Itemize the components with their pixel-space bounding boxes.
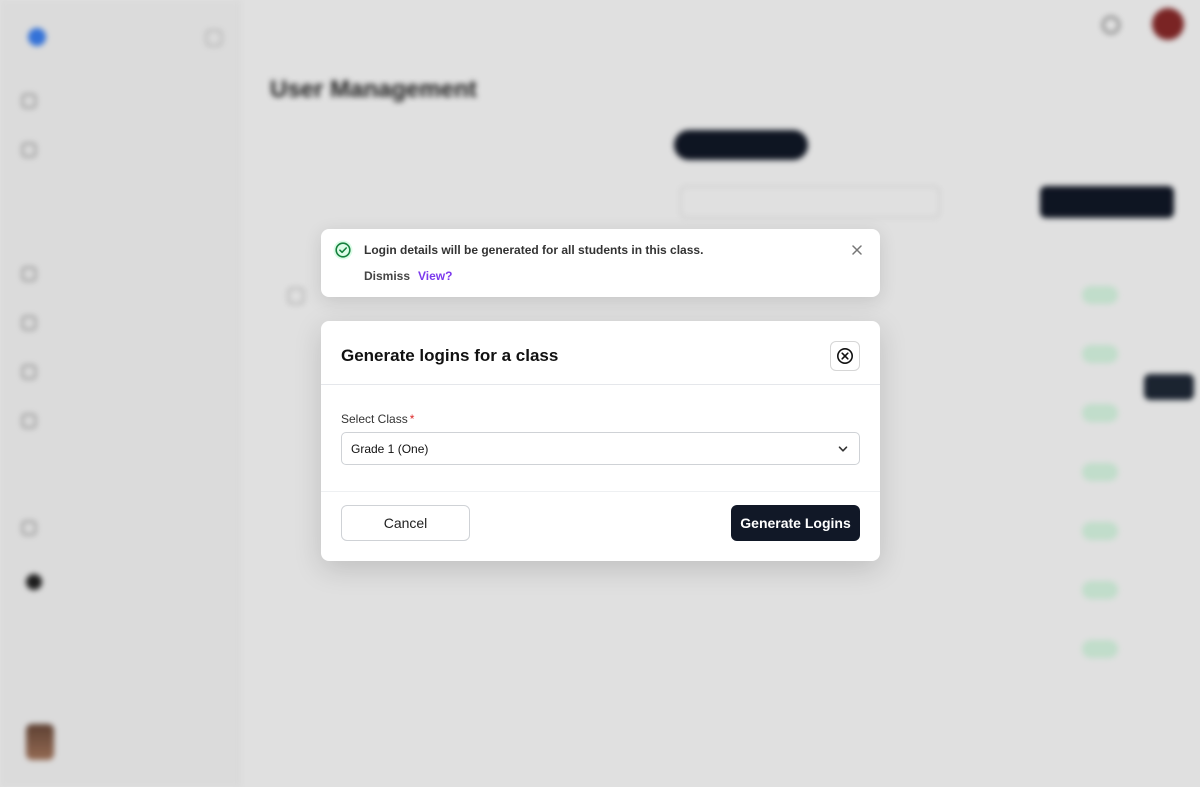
- toast-notification: Login details will be generated for all …: [321, 229, 880, 297]
- required-mark: *: [409, 412, 415, 426]
- select-class-label: Select Class *: [341, 412, 414, 426]
- check-circle-icon: [333, 240, 353, 260]
- divider: [321, 384, 880, 385]
- close-icon[interactable]: [850, 243, 864, 257]
- close-circle-icon: [837, 348, 853, 364]
- toast-dismiss-link[interactable]: Dismiss: [364, 269, 410, 283]
- class-select[interactable]: Grade 1 (One): [341, 432, 860, 465]
- dialog-close-button[interactable]: [830, 341, 860, 371]
- generate-logins-button[interactable]: Generate Logins: [731, 505, 860, 541]
- divider: [321, 491, 880, 492]
- toast-message: Login details will be generated for all …: [364, 243, 704, 257]
- cancel-button[interactable]: Cancel: [341, 505, 470, 541]
- class-select-value: Grade 1 (One): [351, 442, 429, 456]
- chevron-down-icon: [838, 446, 848, 452]
- generate-logins-dialog: Generate logins for a class Select Class…: [321, 321, 880, 561]
- select-class-label-text: Select Class: [341, 412, 408, 426]
- dialog-title: Generate logins for a class: [341, 346, 559, 365]
- toast-view-link[interactable]: View?: [418, 269, 452, 283]
